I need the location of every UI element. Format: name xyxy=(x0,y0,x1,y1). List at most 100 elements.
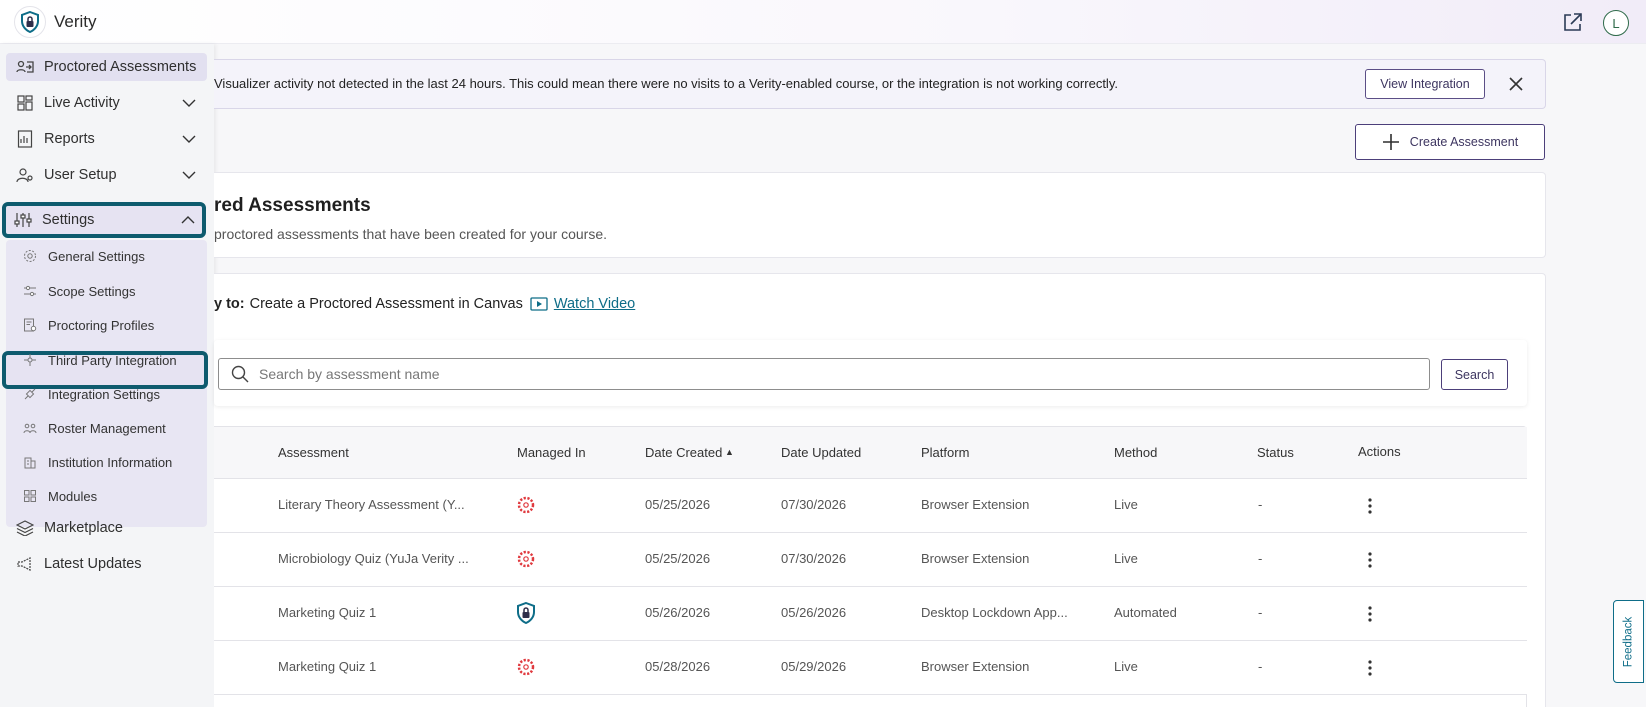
sidebar-item-modules[interactable]: Modules xyxy=(22,485,97,507)
column-header-date-created[interactable]: Date Created xyxy=(645,445,722,460)
cell-assessment[interactable]: Literary Theory Assessment (Y... xyxy=(278,497,465,512)
page-subtitle: proctored assessments that have been cre… xyxy=(214,226,607,242)
chevron-up-icon[interactable] xyxy=(180,212,196,232)
sidebar-item-live-activity[interactable]: Live Activity xyxy=(6,89,207,117)
assessment-person-icon xyxy=(14,56,36,78)
main-content: Visualizer activity not detected in the … xyxy=(214,44,1646,707)
megaphone-icon xyxy=(14,553,36,575)
table-row[interactable]: Literary Theory Assessment (Y... 05/25/2… xyxy=(214,479,1527,533)
cell-method: Automated xyxy=(1114,605,1177,620)
view-integration-button[interactable]: View Integration xyxy=(1365,69,1485,99)
building-icon xyxy=(22,454,38,470)
more-actions-icon[interactable] xyxy=(1360,658,1380,678)
cell-date-created: 05/25/2026 xyxy=(645,497,711,512)
modules-grid-icon xyxy=(22,488,38,504)
table-row[interactable]: Marketing Quiz 1 05/28/2026 05/29/2026 B… xyxy=(214,641,1527,695)
sidebar-item-general-settings[interactable]: General Settings xyxy=(22,245,145,267)
table-header: Assessment Managed In Date Created ▲ Dat… xyxy=(214,427,1527,479)
cell-assessment[interactable]: Marketing Quiz 1 xyxy=(278,605,376,620)
search-button[interactable]: Search xyxy=(1441,359,1508,390)
sub-item-label: Integration Settings xyxy=(48,386,161,402)
verity-logo-icon[interactable] xyxy=(14,6,46,38)
profile-document-icon xyxy=(22,317,38,333)
sidebar-item-reports[interactable]: Reports xyxy=(6,125,207,153)
chevron-down-icon[interactable] xyxy=(181,95,197,115)
column-header-assessment[interactable]: Assessment xyxy=(278,445,349,460)
sub-item-label: Modules xyxy=(48,488,98,504)
assessments-card: y to: Create a Proctored Assessment in C… xyxy=(214,273,1546,707)
sub-item-label: Third Party Integration xyxy=(48,352,177,368)
sidebar-item-proctored-assessments[interactable]: Proctored Assessments xyxy=(6,53,207,81)
table-row[interactable]: Microbiology Quiz (YuJa Verity ... 05/25… xyxy=(214,533,1527,587)
sidebar-item-roster-management[interactable]: Roster Management xyxy=(22,417,166,439)
plus-icon xyxy=(1382,133,1400,151)
canvas-icon xyxy=(514,493,538,517)
column-header-date-updated[interactable]: Date Updated xyxy=(781,445,861,460)
scope-sliders-icon xyxy=(22,283,38,299)
sidebar-item-label: Proctored Assessments xyxy=(44,59,197,75)
create-assessment-button[interactable]: Create Assessment xyxy=(1355,124,1545,160)
cell-status: - xyxy=(1258,551,1263,566)
sidebar-item-scope-settings[interactable]: Scope Settings xyxy=(22,280,135,302)
close-icon[interactable] xyxy=(1504,72,1528,96)
howto-prefix: y to: xyxy=(214,296,245,312)
search-field[interactable] xyxy=(218,358,1430,390)
user-avatar[interactable]: L xyxy=(1603,10,1629,36)
more-actions-icon[interactable] xyxy=(1360,604,1380,624)
table-row[interactable]: Marketing Quiz 1 05/26/2026 05/26/2026 D… xyxy=(214,587,1527,641)
cell-date-updated: 07/30/2026 xyxy=(781,497,847,512)
layers-icon xyxy=(14,517,36,539)
watch-video-link[interactable]: Watch Video xyxy=(554,296,635,312)
cell-date-updated: 05/29/2026 xyxy=(781,659,847,674)
cell-assessment[interactable]: Marketing Quiz 1 xyxy=(278,659,376,674)
sidebar-item-user-setup[interactable]: User Setup xyxy=(6,161,207,189)
sidebar-item-third-party-integration[interactable]: Third Party Integration xyxy=(22,349,177,371)
sidebar-item-integration-settings[interactable]: Integration Settings xyxy=(22,383,160,405)
column-header-managed-in[interactable]: Managed In xyxy=(517,445,586,460)
report-icon xyxy=(14,128,36,150)
create-assessment-label: Create Assessment xyxy=(1409,135,1519,149)
sidebar-item-label: Latest Updates xyxy=(44,556,142,572)
cell-assessment[interactable]: Microbiology Quiz (YuJa Verity ... xyxy=(278,551,469,566)
howto-line: y to: Create a Proctored Assessment in C… xyxy=(214,296,635,312)
canvas-icon xyxy=(514,655,538,679)
cell-method: Live xyxy=(1114,659,1138,674)
column-header-platform[interactable]: Platform xyxy=(921,445,969,460)
feedback-tab[interactable]: Feedback xyxy=(1613,600,1644,683)
sort-ascending-icon[interactable]: ▲ xyxy=(725,447,734,457)
sidebar-item-marketplace[interactable]: Marketplace xyxy=(6,514,207,542)
feedback-label: Feedback xyxy=(1622,616,1635,667)
page-header-card: red Assessments proctored assessments th… xyxy=(214,172,1546,258)
integration-nodes-icon xyxy=(22,352,38,368)
sub-item-label: Institution Information xyxy=(48,454,173,470)
video-icon xyxy=(530,297,548,311)
brand-name: Verity xyxy=(54,12,97,31)
cell-method: Live xyxy=(1114,497,1138,512)
column-header-method[interactable]: Method xyxy=(1114,445,1157,460)
chevron-down-icon[interactable] xyxy=(181,167,197,187)
cell-status: - xyxy=(1258,497,1263,512)
sidebar-item-label: Marketplace xyxy=(44,520,123,536)
sidebar-item-proctoring-profiles[interactable]: Proctoring Profiles xyxy=(22,314,154,336)
sliders-icon xyxy=(12,209,34,231)
chevron-down-icon[interactable] xyxy=(181,131,197,151)
dashboard-grid-icon xyxy=(14,92,36,114)
sidebar-item-label: Reports xyxy=(44,131,95,147)
sub-item-label: Roster Management xyxy=(48,420,166,436)
sub-item-label: Proctoring Profiles xyxy=(48,317,155,333)
cell-date-created: 05/28/2026 xyxy=(645,659,711,674)
cell-platform: Desktop Lockdown App... xyxy=(921,605,1068,620)
search-input[interactable] xyxy=(259,366,1409,382)
sidebar-item-institution-information[interactable]: Institution Information xyxy=(22,451,172,473)
cell-date-updated: 05/26/2026 xyxy=(781,605,847,620)
plug-icon xyxy=(22,386,38,402)
more-actions-icon[interactable] xyxy=(1360,550,1380,570)
column-header-status[interactable]: Status xyxy=(1257,445,1294,460)
more-actions-icon[interactable] xyxy=(1360,496,1380,516)
top-bar: Verity L xyxy=(0,0,1646,44)
gear-icon xyxy=(22,248,38,264)
sidebar-item-settings[interactable]: Settings xyxy=(2,202,206,238)
external-link-icon[interactable] xyxy=(1562,11,1584,33)
assessments-table: Assessment Managed In Date Created ▲ Dat… xyxy=(214,426,1527,707)
sidebar-item-latest-updates[interactable]: Latest Updates xyxy=(6,550,207,578)
